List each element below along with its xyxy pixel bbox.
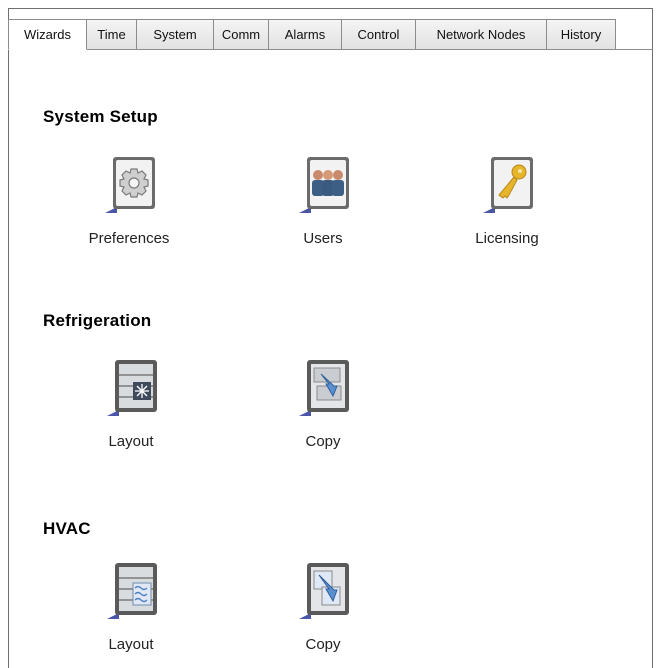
wizard-label: Layout <box>108 433 154 450</box>
key-icon <box>479 153 535 219</box>
copy-icon <box>295 559 351 625</box>
wizard-label: Layout <box>108 636 154 653</box>
wizard-hvac-layout[interactable]: Layout <box>71 559 191 653</box>
tab-control[interactable]: Control <box>342 19 416 50</box>
refrigeration-layout-icon <box>103 356 159 422</box>
wizard-refrigeration-layout[interactable]: Layout <box>71 356 191 450</box>
wizard-refrigeration-copy[interactable]: Copy <box>263 356 383 450</box>
wizard-licensing[interactable]: Licensing <box>447 153 567 247</box>
tab-time[interactable]: Time <box>87 19 137 50</box>
tab-bar: Wizards Time System Comm Alarms Control … <box>8 19 616 50</box>
users-icon <box>295 153 351 219</box>
tab-comm[interactable]: Comm <box>214 19 269 50</box>
wizard-preferences[interactable]: Preferences <box>69 153 189 247</box>
wizard-label: Preferences <box>88 230 170 247</box>
tab-network-nodes[interactable]: Network Nodes <box>416 19 547 50</box>
wizard-label: Copy <box>305 636 341 653</box>
tab-wizards[interactable]: Wizards <box>8 19 87 50</box>
wizard-label: Copy <box>305 433 341 450</box>
wizard-users[interactable]: Users <box>263 153 383 247</box>
wizard-label: Licensing <box>475 230 539 247</box>
wizard-hvac-copy[interactable]: Copy <box>263 559 383 653</box>
wizard-label: Users <box>303 230 343 247</box>
gear-icon <box>101 153 157 219</box>
tab-system[interactable]: System <box>137 19 214 50</box>
copy-icon <box>295 356 351 422</box>
hvac-layout-icon <box>103 559 159 625</box>
tab-alarms[interactable]: Alarms <box>269 19 342 50</box>
section-title-hvac: HVAC <box>43 519 91 538</box>
tab-history[interactable]: History <box>547 19 616 50</box>
section-title-refrigeration: Refrigeration <box>43 311 152 330</box>
section-title-system-setup: System Setup <box>43 107 158 126</box>
